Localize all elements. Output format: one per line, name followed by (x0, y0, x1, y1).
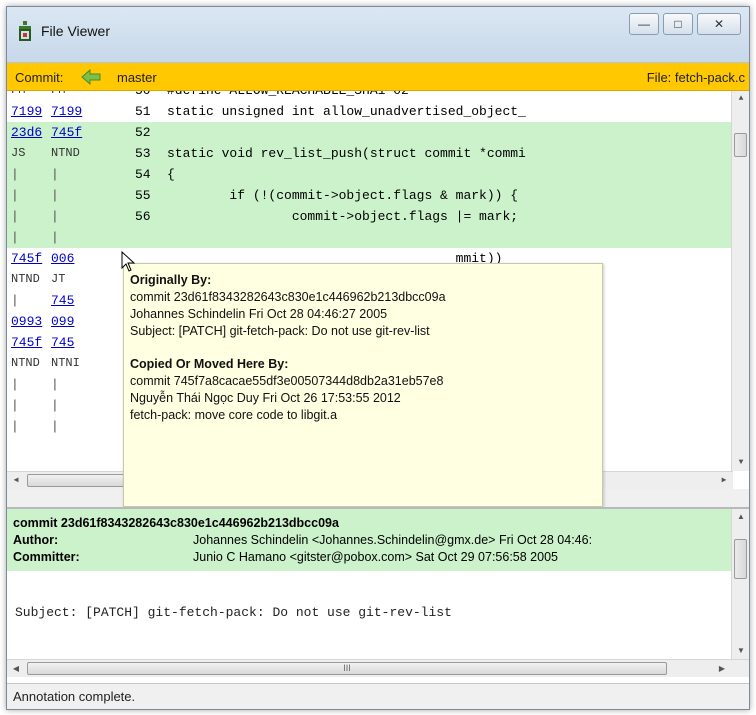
commit-bar: Commit: master File: fetch-pack.c (7, 63, 749, 91)
original-author: Johannes Schindelin Fri Oct 28 04:46:27 … (130, 307, 388, 321)
originally-by-heading: Originally By: (130, 273, 212, 287)
moved-subject: fetch-pack: move core code to libgit.a (130, 408, 338, 422)
author-initials: | (51, 398, 59, 413)
commit-detail-pane: commit 23d61f8343282643c830e1c446962b213… (7, 507, 749, 683)
detail-commit-id: commit 23d61f8343282643c830e1c446962b213… (13, 516, 339, 530)
minimize-button[interactable]: — (629, 13, 659, 35)
scroll-grip: III (343, 663, 351, 673)
author-label: Author: (13, 533, 59, 547)
source-row: 7199 7199 51 static unsigned int allow_unad… (7, 101, 731, 122)
author-initials: JS (11, 146, 26, 160)
title-bar: File Viewer — □ ✕ (7, 7, 749, 63)
commit-detail-header: commit 23d61f8343282643c830e1c446962b213… (7, 509, 731, 571)
source-row: | | 54{ (7, 164, 731, 185)
author-initials: | (11, 398, 19, 413)
commit-link[interactable]: 745f (51, 122, 87, 143)
author-initials: | (11, 377, 19, 392)
author-initials: | (11, 209, 19, 224)
author-initials: | (51, 419, 59, 434)
committer-label: Committer: (13, 550, 80, 564)
close-icon: ✕ (713, 17, 725, 31)
source-code-line: { (167, 167, 175, 182)
scroll-right-icon[interactable]: ▶ (713, 660, 731, 678)
author-initials: | (11, 419, 19, 434)
moved-by-heading: Copied Or Moved Here By: (130, 357, 289, 371)
source-row: 23d6 745f 52 (7, 122, 731, 143)
commit-link[interactable]: 745f (11, 248, 47, 269)
author-initials: | (51, 209, 59, 224)
scroll-left-icon[interactable]: ◀ (7, 660, 25, 678)
author-initials: | (11, 188, 19, 203)
original-commit: commit 23d61f8343282643c830e1c446962b213… (130, 290, 446, 304)
source-code-line: static void rev_list_push(struct commit … (167, 146, 526, 161)
status-text: Annotation complete. (13, 689, 136, 704)
source-row: JS NTND 53 static void rev_list_push(struct… (7, 143, 731, 164)
mouse-cursor-icon (121, 251, 136, 272)
detail-vertical-scrollbar[interactable]: ▲ ▼ (731, 509, 749, 659)
author-initials: | (11, 230, 19, 245)
commit-link[interactable]: 0993 (11, 311, 47, 332)
author-initials: JT (51, 272, 66, 286)
author-initials: | (51, 230, 59, 245)
scroll-thumb[interactable] (734, 133, 747, 157)
source-vertical-scrollbar[interactable]: ▲ ▼ (731, 91, 749, 471)
line-number: 52 (135, 125, 151, 140)
minimize-icon: — (638, 17, 650, 31)
branch-name: master (117, 70, 157, 85)
committer-value: Junio C Hamano <gitster@pobox.com> Sat O… (193, 550, 558, 564)
close-button[interactable]: ✕ (697, 13, 741, 35)
file-label: File: fetch-pack.c (646, 70, 745, 85)
scroll-thumb[interactable] (734, 539, 747, 579)
scroll-down-icon[interactable]: ▼ (732, 455, 749, 471)
original-subject: Subject: [PATCH] git-fetch-pack: Do not … (130, 324, 430, 338)
commit-link[interactable]: 23d6 (11, 122, 47, 143)
status-bar: Annotation complete. (7, 683, 749, 709)
source-row: | | 55 if (!(commit->object.flags & mark))… (7, 185, 731, 206)
author-initials: | (11, 293, 19, 308)
window-title: File Viewer (41, 23, 110, 39)
author-value: Johannes Schindelin <Johannes.Schindelin… (193, 533, 593, 547)
maximize-button[interactable]: □ (663, 13, 693, 35)
scroll-up-icon[interactable]: ▲ (732, 91, 749, 107)
scroll-down-icon[interactable]: ▼ (732, 643, 750, 659)
commit-link[interactable]: 7199 (11, 101, 47, 122)
scroll-up-icon[interactable]: ▲ (732, 509, 750, 525)
author-initials: NTND (51, 146, 80, 160)
scroll-right-icon[interactable]: ▶ (715, 472, 733, 489)
commit-link[interactable]: 745 (51, 290, 87, 311)
moved-commit: commit 745f7a8cacae55df3e00507344d8db2a3… (130, 374, 444, 388)
author-initials: | (51, 377, 59, 392)
author-initials: | (11, 167, 19, 182)
source-code-line: if (!(commit->object.flags & mark)) { (167, 188, 519, 203)
detail-horizontal-scrollbar[interactable]: ◀ III ▶ (7, 659, 749, 677)
scroll-thumb[interactable]: III (27, 662, 667, 675)
commit-subject: Subject: [PATCH] git-fetch-pack: Do not … (15, 605, 452, 620)
left-arrow-icon[interactable] (81, 69, 101, 85)
commit-link[interactable]: 745 (51, 332, 87, 353)
commit-link[interactable]: 745f (11, 332, 47, 353)
author-initials: NTND (11, 356, 40, 370)
source-code-line: static unsigned int allow_unadvertised_o… (167, 104, 526, 119)
commit-link[interactable]: 006 (51, 248, 87, 269)
commit-link[interactable]: 7199 (51, 101, 87, 122)
window-controls: — □ ✕ (625, 13, 741, 35)
maximize-icon: □ (674, 17, 682, 31)
blame-tooltip: Originally By: commit 23d61f8343282643c8… (123, 263, 603, 507)
moved-author: Nguyễn Thái Ngọc Duy Fri Oct 26 17:53:55… (130, 391, 401, 405)
git-icon (19, 21, 31, 41)
author-initials: | (51, 167, 59, 182)
source-code-line: commit->object.flags |= mark; (167, 209, 519, 224)
author-initials: NTNI (51, 356, 80, 370)
source-row: | | (7, 227, 731, 248)
scroll-left-icon[interactable]: ◀ (7, 472, 25, 489)
commit-link[interactable]: 099 (51, 311, 87, 332)
author-initials: | (51, 188, 59, 203)
source-row: | | 56 commit->object.flags |= mark; (7, 206, 731, 227)
partial-row: FMFM 50#define ALLOW_REACHABLE_SHA1 02 (7, 91, 731, 101)
commit-label: Commit: (15, 70, 64, 85)
file-viewer-window: File Viewer — □ ✕ Commit: master File: f… (6, 6, 750, 710)
author-initials: NTND (11, 272, 40, 286)
